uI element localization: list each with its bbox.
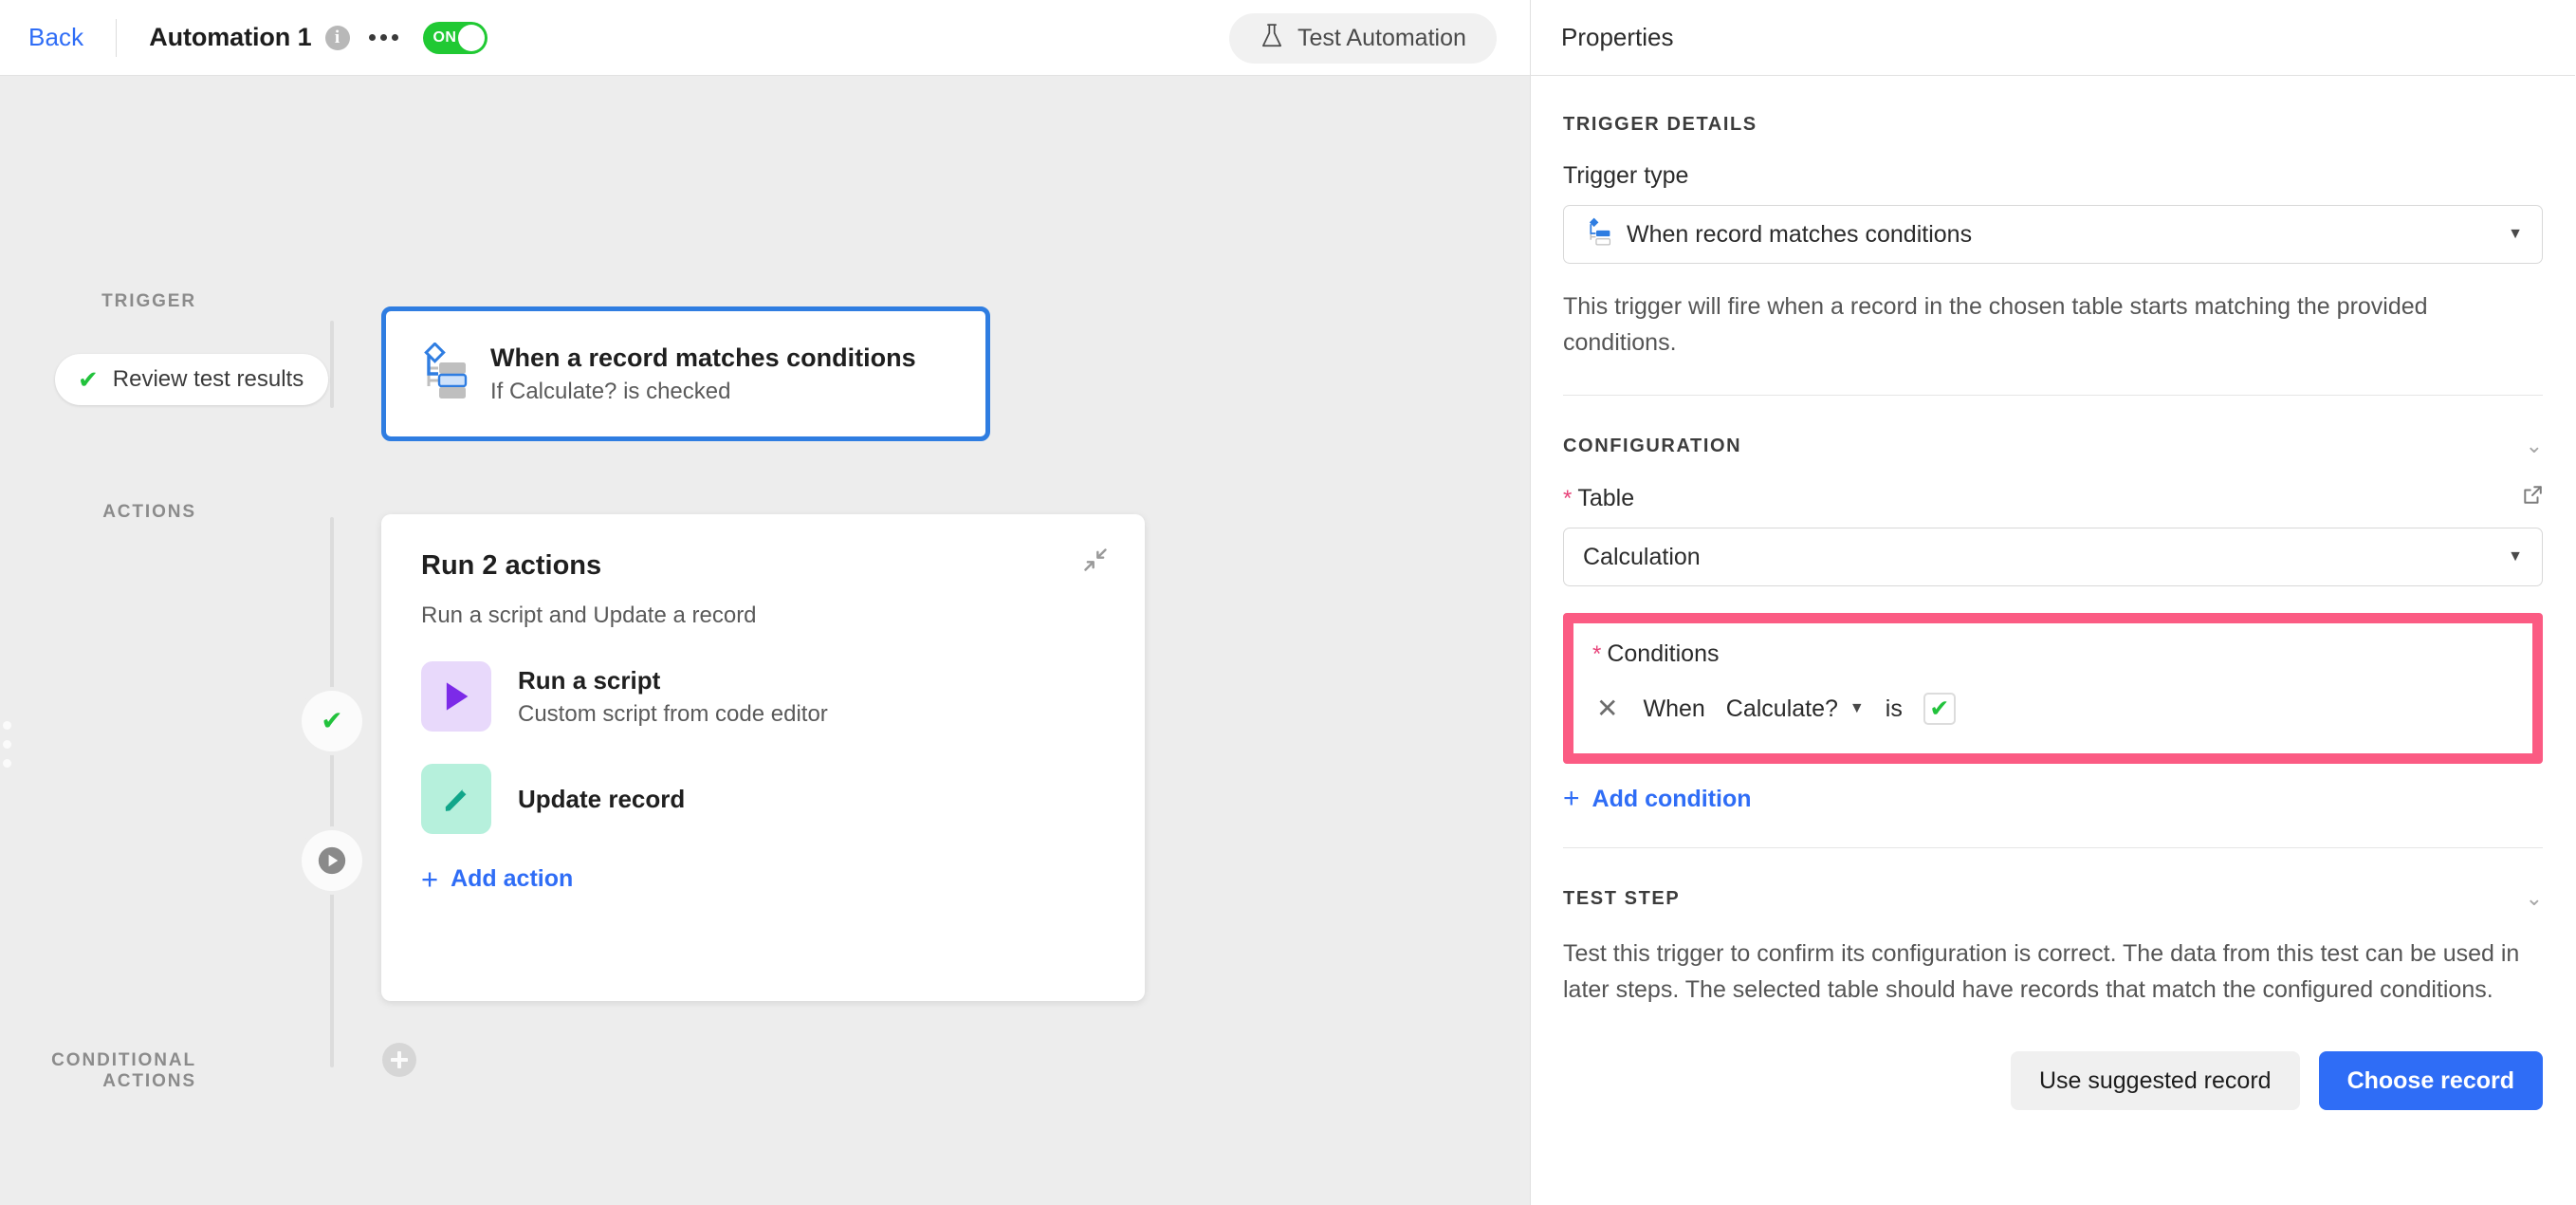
toggle-knob [457,24,485,51]
required-marker: * [1563,486,1573,511]
trigger-card-title: When a record matches conditions [490,343,916,372]
play-circle-icon [318,846,346,875]
test-step-actions: Use suggested record Choose record [1563,1051,2543,1110]
properties-header: Properties [1531,0,2575,76]
trigger-card-subtitle: If Calculate? is checked [490,379,731,405]
action-title: Update record [518,784,686,813]
back-link[interactable]: Back [28,23,83,52]
toolbar-divider [116,18,118,57]
ellipsis-icon[interactable] [365,27,402,48]
plus-icon: + [1563,783,1580,814]
section-configuration: CONFIGURATION ⌄ * Table Calculation ▼ * … [1531,396,2575,848]
check-icon: ✔ [321,706,343,735]
plus-icon: + [421,862,439,896]
trigger-type-select[interactable]: When record matches conditions ▼ [1563,205,2543,264]
caret-down-icon: ▼ [1849,700,1865,716]
use-suggested-record-button[interactable]: Use suggested record [2010,1051,2300,1110]
timeline-connector [330,321,334,408]
branch-conditions-icon [414,341,468,406]
table-select[interactable]: Calculation ▼ [1563,528,2543,586]
test-automation-label: Test Automation [1297,25,1466,51]
review-test-results-button[interactable]: ✔ Review test results [55,354,329,405]
flask-icon [1260,23,1284,54]
actions-card: Run 2 actions Run a script and Update a … [381,514,1145,1001]
action-title: Run a script [518,665,661,695]
table-label: Table [1577,485,1635,511]
toggle-state-label: ON [432,28,457,46]
info-icon[interactable]: i [324,25,350,50]
trigger-type-label-row: Trigger type [1563,162,2543,190]
condition-value-checkbox[interactable]: ✔ [1923,693,1956,725]
caret-down-icon: ▼ [2508,226,2523,242]
close-x-icon[interactable]: ✕ [1592,695,1622,722]
pane-drag-handle[interactable] [3,721,11,768]
table-value: Calculation [1583,543,1701,570]
add-conditional-action-button[interactable] [382,1043,416,1077]
review-test-results-label: Review test results [112,366,304,392]
action-item-run-script[interactable]: Run a script Custom script from code edi… [421,661,1105,732]
section-test-step: TEST STEP ⌄ Test this trigger to confirm… [1531,848,2575,1110]
automation-canvas-pane: Back Automation 1 i ON Test Automation T… [0,0,1531,1205]
branch-conditions-icon [1583,217,1611,252]
condition-field-name: Calculate? [1725,695,1838,722]
flow-canvas: TRIGGER ACTIONS CONDITIONAL ACTIONS ✔ Re… [0,76,1530,1205]
chevron-down-icon[interactable]: ⌄ [2526,886,2543,911]
add-action-button[interactable]: + Add action [421,864,573,894]
trigger-card[interactable]: When a record matches conditions If Calc… [381,306,990,441]
add-condition-button[interactable]: + Add condition [1563,785,1752,813]
rail-label-actions: ACTIONS [102,502,196,522]
section-title-trigger-details: TRIGGER DETAILS [1563,114,1757,135]
rail-label-trigger: TRIGGER [101,291,196,311]
condition-field-select[interactable]: Calculate? ▼ [1726,695,1865,723]
chevron-down-icon[interactable]: ⌄ [2526,434,2543,458]
rail-label-conditional-actions: CONDITIONAL ACTIONS [51,1050,196,1091]
timeline-connector [330,517,334,1067]
trigger-type-label: Trigger type [1563,162,1689,189]
add-condition-label: Add condition [1592,785,1752,812]
check-icon: ✔ [1929,695,1950,722]
add-action-label: Add action [451,865,574,892]
test-step-description: Test this trigger to confirm its configu… [1563,940,2520,1003]
automation-enabled-toggle[interactable]: ON [422,21,488,54]
condition-row: ✕ When Calculate? ▼ is ✔ [1592,693,2513,725]
actions-card-title: Run 2 actions [421,550,602,581]
trigger-type-value: When record matches conditions [1627,220,1973,248]
section-title-test-step: TEST STEP [1563,887,1681,909]
required-marker: * [1592,640,1602,667]
choose-record-button[interactable]: Choose record [2318,1051,2543,1110]
automation-editor: Back Automation 1 i ON Test Automation T… [0,0,2576,1205]
pencil-icon [421,764,491,834]
condition-operator: is [1885,695,1903,722]
top-bar: Back Automation 1 i ON Test Automation [0,0,1530,76]
collapse-diagonal-icon[interactable] [1076,541,1114,579]
actions-card-subtitle: Run a script and Update a record [421,602,757,628]
caret-down-icon: ▼ [2508,548,2523,565]
conditions-highlight-box: * Conditions ✕ When Calculate? ▼ is ✔ [1563,613,2543,764]
properties-pane: Properties TRIGGER DETAILS Trigger type [1531,0,2575,1205]
condition-when-label: When [1643,695,1705,722]
play-triangle-icon [421,661,491,732]
timeline-node-pending[interactable] [302,830,362,891]
table-label-row: * Table [1563,485,2543,512]
page-title: Automation 1 [149,23,312,51]
timeline-node-completed[interactable]: ✔ [302,691,362,751]
check-icon: ✔ [78,365,99,394]
trigger-description: This trigger will fire when a record in … [1563,293,2428,356]
properties-title: Properties [1561,23,1674,51]
section-trigger-details: TRIGGER DETAILS Trigger type When record… [1531,76,2575,396]
action-item-update-record[interactable]: Update record [421,764,1105,834]
external-link-icon[interactable] [2522,485,2543,512]
section-title-configuration: CONFIGURATION [1563,435,1742,456]
test-automation-button[interactable]: Test Automation [1229,13,1497,64]
conditions-label: Conditions [1607,640,1720,667]
action-subtitle: Custom script from code editor [518,700,828,727]
conditions-label-row: * Conditions [1592,640,2513,668]
